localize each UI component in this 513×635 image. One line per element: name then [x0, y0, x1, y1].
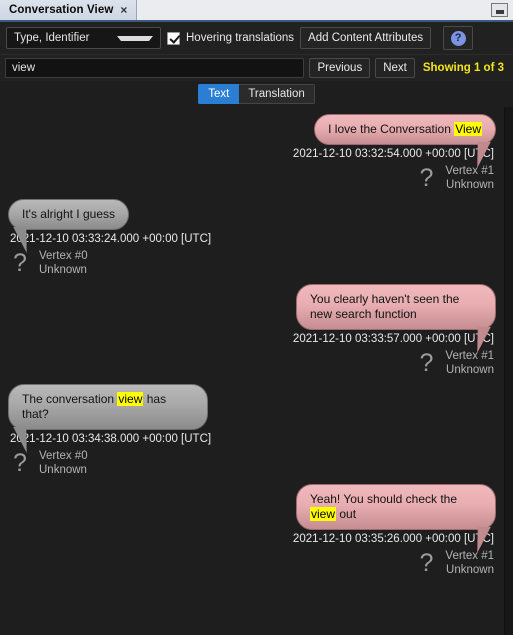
- sender-status: Unknown: [39, 264, 87, 276]
- view-tabs: Text Translation: [198, 84, 315, 104]
- sender-status: Unknown: [39, 464, 87, 476]
- message-bubble[interactable]: It's alright I guess: [8, 199, 129, 253]
- message-text: You clearly haven't seen the new search …: [310, 292, 460, 321]
- search-highlight: view: [310, 507, 337, 521]
- chevron-down-icon: [117, 35, 153, 41]
- help-icon: ?: [450, 30, 466, 46]
- message-sender: ? Vertex #0 Unknown: [8, 249, 496, 277]
- message-text-tail: out: [336, 507, 357, 521]
- toolbar: Type, Identifier Hovering translations A…: [0, 22, 513, 55]
- message-text: Yeah! You should check the: [310, 492, 458, 506]
- add-content-attributes-button[interactable]: Add Content Attributes: [300, 27, 432, 49]
- tab-conversation-view[interactable]: Conversation View ×: [0, 0, 137, 20]
- message-timestamp: 2021-12-10 03:35:26.000 +00:00 [UTC]: [292, 533, 494, 545]
- message-bubble[interactable]: I love the Conversation View: [314, 114, 496, 168]
- avatar-unknown-icon: ?: [419, 349, 434, 377]
- sender-info: Vertex #1 Unknown: [445, 349, 494, 377]
- vertical-scrollbar[interactable]: [504, 107, 513, 635]
- message-timestamp: 2021-12-10 03:33:24.000 +00:00 [UTC]: [10, 233, 212, 245]
- message-bubble[interactable]: The conversation view has that?: [8, 384, 208, 453]
- message-row: The conversation view has that? 2021-12-1…: [0, 384, 504, 477]
- message-bubble[interactable]: You clearly haven't seen the new search …: [296, 284, 496, 353]
- conversation-list: I love the Conversation View 2021-12-10 0…: [0, 107, 513, 635]
- titlebar-spacer: [137, 0, 492, 20]
- message-sender: ? Vertex #1 Unknown: [8, 549, 496, 577]
- message-bubble[interactable]: Yeah! You should check the view out: [296, 484, 496, 553]
- tab-text[interactable]: Text: [198, 84, 240, 104]
- search-highlight: View: [454, 122, 482, 136]
- sender-status: Unknown: [446, 364, 494, 376]
- message-sender: ? Vertex #1 Unknown: [8, 164, 496, 192]
- sender-info: Vertex #0 Unknown: [39, 449, 88, 477]
- search-highlight: view: [117, 392, 144, 406]
- avatar-unknown-icon: ?: [419, 549, 434, 577]
- sender-info: Vertex #1 Unknown: [445, 549, 494, 577]
- titlebar: Conversation View ×: [0, 0, 513, 22]
- minimize-button[interactable]: [491, 3, 508, 17]
- message-sender: ? Vertex #1 Unknown: [8, 349, 496, 377]
- close-icon[interactable]: ×: [120, 4, 127, 16]
- message-text: The conversation: [22, 392, 118, 406]
- sender-vertex: Vertex #0: [39, 250, 88, 262]
- message-timestamp: 2021-12-10 03:33:57.000 +00:00 [UTC]: [292, 333, 494, 345]
- message-row: You clearly haven't seen the new search …: [0, 284, 504, 377]
- search-input[interactable]: view: [5, 58, 305, 78]
- next-button[interactable]: Next: [375, 58, 415, 78]
- avatar-unknown-icon: ?: [13, 249, 27, 277]
- message-timestamp: 2021-12-10 03:32:54.000 +00:00 [UTC]: [292, 148, 494, 160]
- avatar-unknown-icon: ?: [419, 164, 434, 192]
- message-text: It's alright I guess: [22, 207, 115, 221]
- type-identifier-dropdown[interactable]: Type, Identifier: [6, 27, 161, 49]
- search-row: view Previous Next Showing 1 of 3: [0, 55, 513, 81]
- message-row: Yeah! You should check the view out 2021-…: [0, 484, 504, 577]
- sender-info: Vertex #1 Unknown: [445, 164, 494, 192]
- search-results-status: Showing 1 of 3: [422, 62, 504, 74]
- type-identifier-dropdown-value: Type, Identifier: [14, 32, 90, 44]
- conversation-view-app: Conversation View × Type, Identifier Hov…: [0, 0, 513, 635]
- tab-label: Conversation View: [9, 4, 114, 16]
- message-row: It's alright I guess 2021-12-10 03:33:24.…: [0, 199, 504, 277]
- minimize-icon: [495, 10, 504, 14]
- previous-button[interactable]: Previous: [309, 58, 371, 78]
- message-sender: ? Vertex #0 Unknown: [8, 449, 496, 477]
- view-tabs-row: Text Translation: [0, 81, 513, 107]
- checkmark-icon: [167, 31, 180, 45]
- tab-translation[interactable]: Translation: [239, 84, 315, 104]
- sender-info: Vertex #0 Unknown: [39, 249, 88, 277]
- sender-vertex: Vertex #0: [39, 450, 88, 462]
- message-text: I love the Conversation: [328, 122, 455, 136]
- hovering-translations-label: Hovering translations: [186, 32, 295, 44]
- avatar-unknown-icon: ?: [13, 449, 27, 477]
- hovering-translations-checkbox[interactable]: Hovering translations: [167, 31, 295, 45]
- sender-status: Unknown: [446, 564, 494, 576]
- sender-status: Unknown: [446, 179, 494, 191]
- message-row: I love the Conversation View 2021-12-10 0…: [0, 114, 504, 192]
- help-button[interactable]: ?: [443, 26, 474, 50]
- message-timestamp: 2021-12-10 03:34:38.000 +00:00 [UTC]: [10, 433, 212, 445]
